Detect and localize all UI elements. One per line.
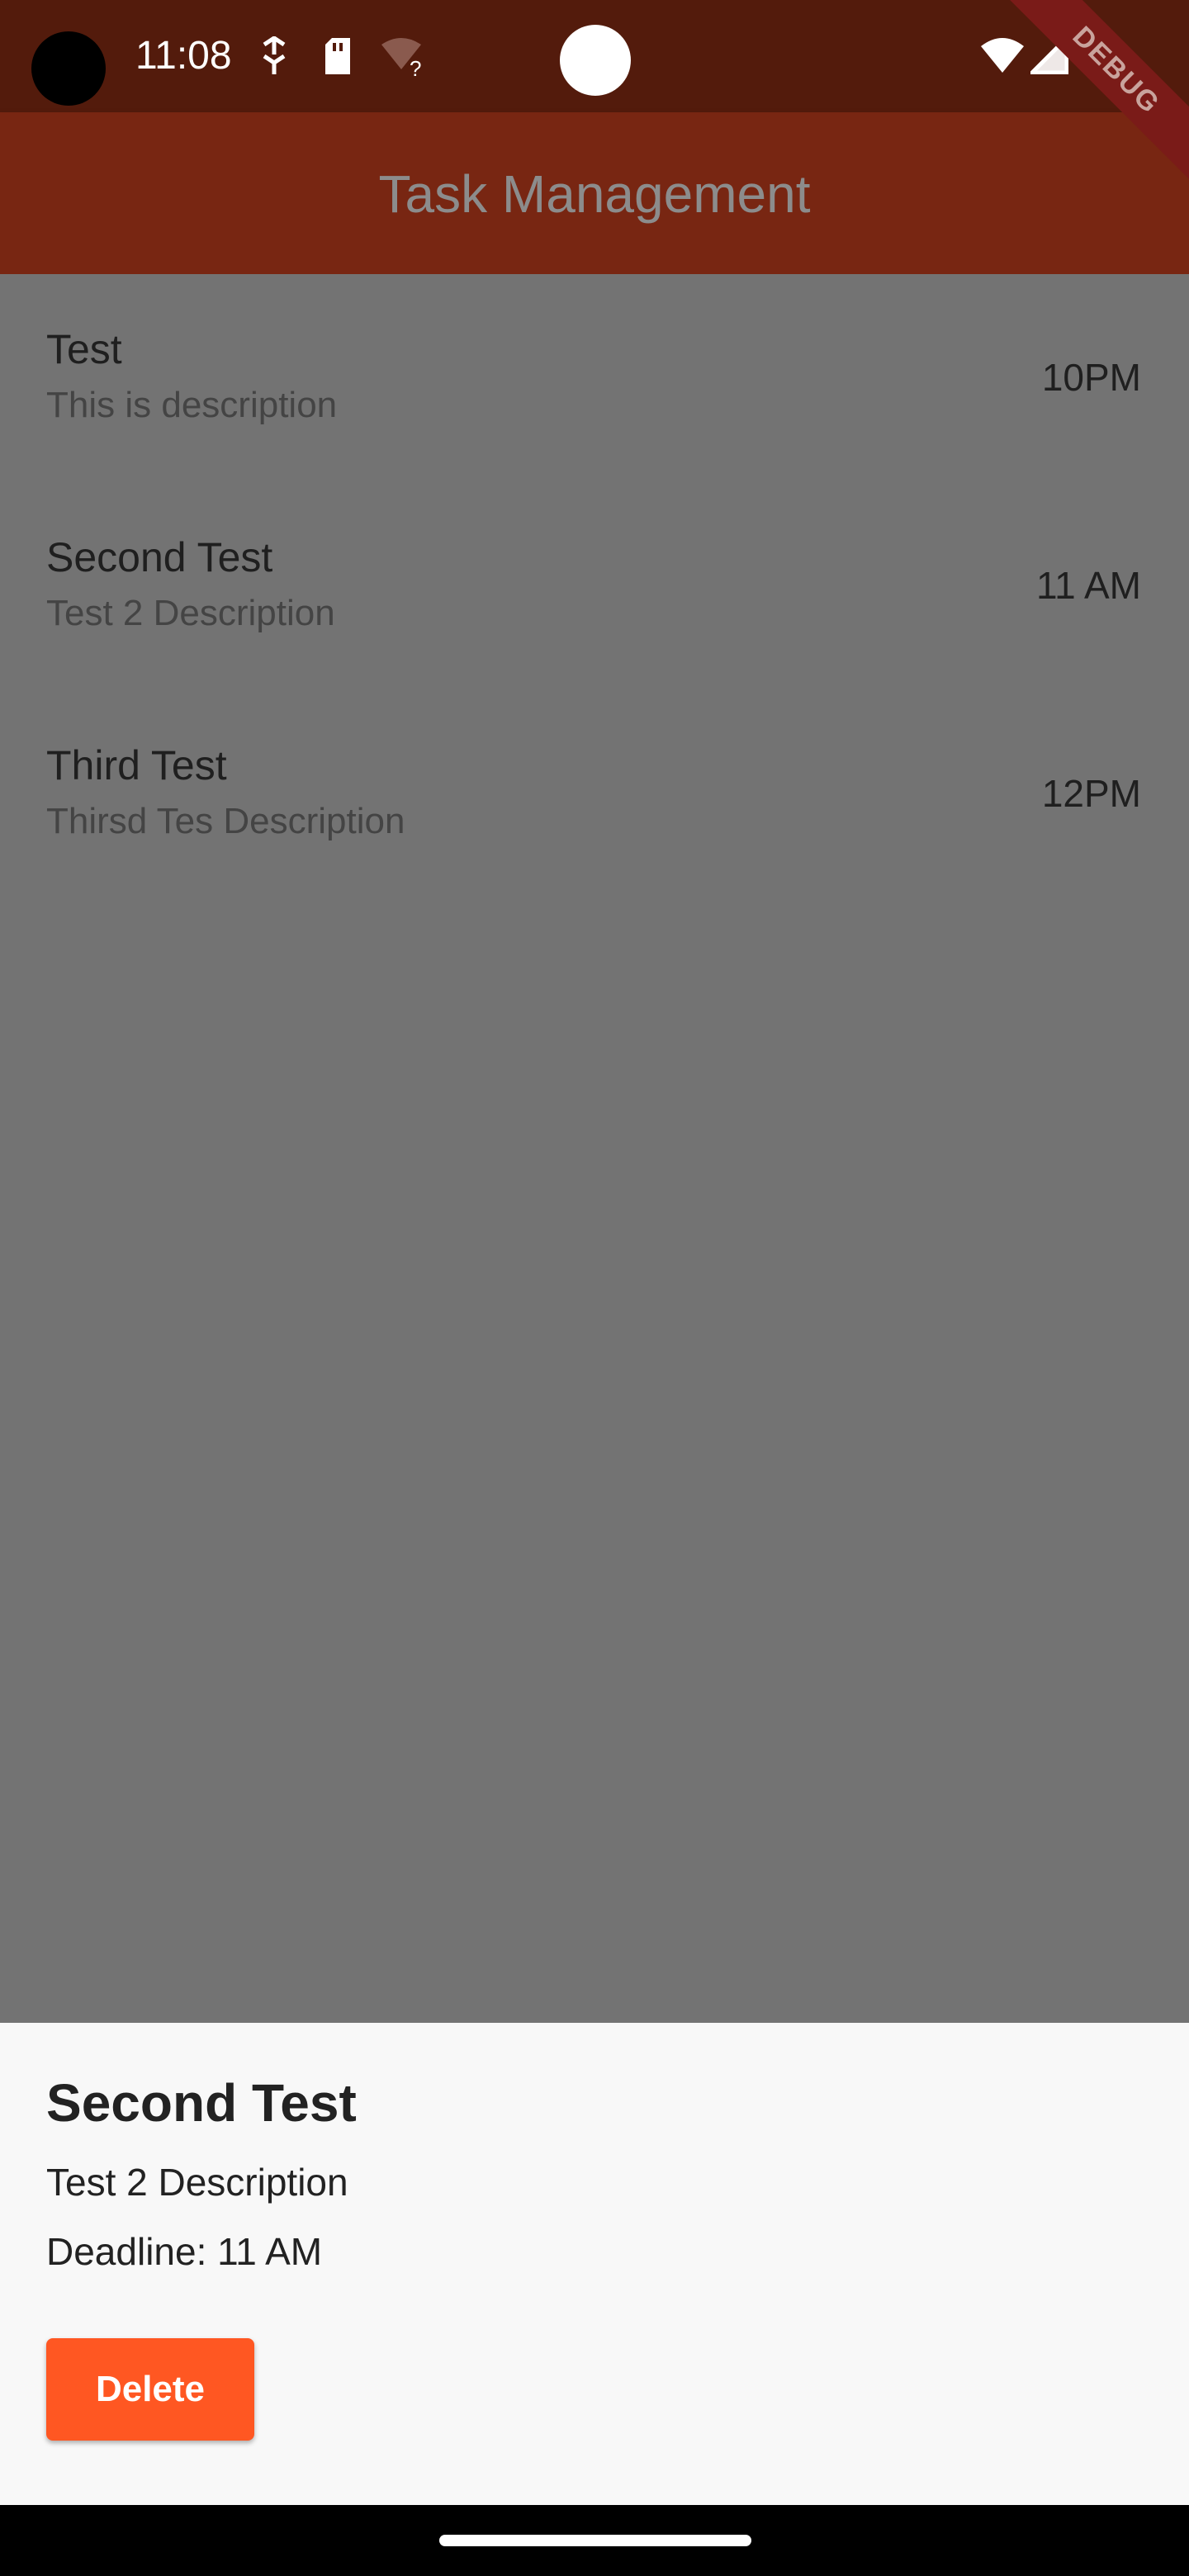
task-time: 12PM: [1041, 772, 1141, 815]
task-list-item[interactable]: Second Test Test 2 Description 11 AM: [0, 482, 1189, 690]
task-title: Test: [46, 326, 122, 372]
task-title: Second Test: [46, 534, 273, 580]
sheet-deadline: Deadline: 11 AM: [46, 2230, 323, 2273]
app-bar: Task Management: [0, 112, 1189, 274]
task-detail-sheet: Second Test Test 2 Description Deadline:…: [0, 2023, 1189, 2505]
task-time: 11 AM: [1036, 564, 1141, 607]
task-list: Test This is description 10PM Second Tes…: [0, 274, 1189, 2023]
status-time: 11:08: [135, 34, 232, 78]
camera-indicator: [560, 25, 631, 96]
task-description: Test 2 Description: [46, 593, 335, 633]
task-list-item[interactable]: Third Test Thirsd Tes Description 12PM: [0, 690, 1189, 898]
sync-icon: [259, 35, 289, 80]
camera-cutout: [31, 31, 106, 106]
task-title: Third Test: [46, 742, 227, 788]
task-description: Thirsd Tes Description: [46, 801, 405, 841]
task-description: This is description: [46, 385, 338, 425]
screen: 11:08 ? DEBUG Task Management Test This …: [0, 0, 1189, 2576]
navigation-bar: [0, 2505, 1189, 2576]
sheet-title: Second Test: [46, 2073, 357, 2133]
delete-button[interactable]: Delete: [46, 2338, 254, 2441]
home-indicator[interactable]: [439, 2535, 751, 2546]
task-list-item[interactable]: Test This is description 10PM: [0, 274, 1189, 482]
status-bar: 11:08 ?: [0, 0, 1189, 112]
task-time: 10PM: [1041, 356, 1141, 399]
wifi-icon: [979, 36, 1026, 78]
sheet-description: Test 2 Description: [46, 2161, 348, 2204]
sd-card-icon: [322, 36, 353, 80]
svg-text:?: ?: [410, 56, 421, 78]
wifi-question-icon: ?: [380, 36, 429, 82]
page-title: Task Management: [378, 164, 811, 224]
